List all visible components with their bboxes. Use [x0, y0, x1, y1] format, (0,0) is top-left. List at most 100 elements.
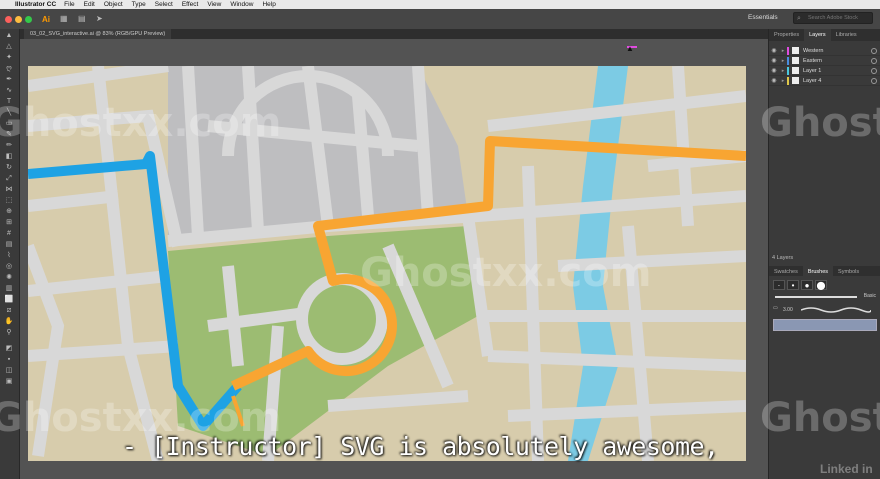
chevron-right-icon[interactable]: ▸ — [779, 68, 787, 74]
ai-logo: Ai — [42, 14, 50, 24]
layer-name: Layer 4 — [803, 77, 822, 84]
brush-dot-large[interactable]: ● — [801, 280, 813, 290]
layer-thumbnail — [792, 47, 799, 54]
fill-stroke-icon[interactable]: ◩ — [4, 345, 14, 353]
stock-search-input[interactable]: ⌕ Search Adobe Stock — [793, 12, 873, 24]
layers-list: ◉ ▸ Western ◉ ▸ Eastern ◉ ▸ Layer 1 ◉ ▸ — [769, 46, 880, 86]
zoom-tool-icon[interactable]: ⚲ — [4, 329, 14, 337]
target-icon[interactable] — [871, 47, 877, 54]
mesh-tool-icon[interactable]: # — [4, 230, 14, 238]
target-icon[interactable] — [871, 77, 877, 84]
slice-tool-icon[interactable]: ⧄ — [4, 307, 14, 315]
brush-calligraphic[interactable]: ▭ 3.00 — [773, 305, 877, 315]
tab-swatches[interactable]: Swatches — [769, 266, 803, 276]
gradient-tool-icon[interactable]: ▤ — [4, 241, 14, 249]
tab-brushes[interactable]: Brushes — [802, 266, 834, 276]
menu-view[interactable]: View — [207, 1, 221, 8]
watermark: Ghostxx.com — [0, 100, 282, 146]
eye-icon[interactable]: ◉ — [769, 57, 779, 64]
eye-icon[interactable]: ◉ — [769, 47, 779, 54]
window-controls — [5, 15, 32, 23]
eraser-tool-icon[interactable]: ◧ — [4, 153, 14, 161]
drawing-mode-icon[interactable]: ◫ — [4, 367, 14, 375]
layer-color-swatch — [787, 66, 789, 75]
brush-dots: · • ● ⬤ — [773, 280, 877, 290]
layer-color-swatch — [787, 56, 789, 65]
hand-tool-icon[interactable]: ✋ — [4, 318, 14, 326]
menu-edit[interactable]: Edit — [84, 1, 95, 8]
blend-tool-icon[interactable]: ◎ — [4, 263, 14, 271]
layer-thumbnail — [792, 67, 799, 74]
chevron-right-icon[interactable]: ▸ — [779, 58, 787, 64]
layer-row[interactable]: ◉ ▸ Western — [769, 46, 880, 56]
layer-row[interactable]: ◉ ▸ Layer 4 — [769, 76, 880, 86]
tab-libraries[interactable]: Libraries — [831, 29, 862, 41]
symbol-sprayer-tool-icon[interactable]: ✺ — [4, 274, 14, 282]
brush-dot-small[interactable]: · — [773, 280, 785, 290]
menu-effect[interactable]: Effect — [182, 1, 199, 8]
layer-name: Eastern — [803, 57, 822, 64]
panel-tabs-top: Properties Layers Libraries — [769, 29, 880, 41]
brush-basic[interactable]: Basic — [773, 293, 877, 301]
lasso-tool-icon[interactable]: ღ — [4, 65, 14, 73]
direct-selection-tool-icon[interactable]: △ — [4, 43, 14, 51]
arrange-documents-icon[interactable]: ▤ — [78, 14, 88, 24]
brushes-panel: · • ● ⬤ Basic ▭ 3.00 — [773, 280, 877, 331]
linkedin-logo: Linked in — [820, 462, 873, 476]
send-icon[interactable]: ➤ — [96, 14, 106, 24]
bridge-icon[interactable]: ▦ — [60, 14, 70, 24]
tab-properties[interactable]: Properties — [769, 29, 804, 41]
brush-basic-label: Basic — [863, 293, 876, 299]
artboard-tool-icon[interactable]: ⬜ — [4, 296, 14, 304]
eye-icon[interactable]: ◉ — [769, 67, 779, 74]
menu-select[interactable]: Select — [155, 1, 173, 8]
eye-icon[interactable]: ◉ — [769, 77, 779, 84]
menu-object[interactable]: Object — [104, 1, 123, 8]
brush-dot-xlarge[interactable]: ⬤ — [815, 280, 827, 290]
layer-color-swatch — [787, 46, 789, 55]
chevron-right-icon[interactable]: ▸ — [779, 78, 787, 84]
app-bar: Ai ▦ ▤ ➤ Essentials ⌕ Search Adobe Stock — [0, 9, 880, 29]
shape-builder-tool-icon[interactable]: ⊕ — [4, 208, 14, 216]
tab-symbols[interactable]: Symbols — [833, 266, 864, 276]
curvature-tool-icon[interactable]: ∿ — [4, 87, 14, 95]
width-tool-icon[interactable]: ⋈ — [4, 186, 14, 194]
chevron-right-icon[interactable]: ▸ — [779, 48, 787, 54]
document-tab[interactable]: 03_02_SVG_interactive.ai @ 83% (RGB/GPU … — [24, 29, 172, 39]
magic-wand-tool-icon[interactable]: ✦ — [4, 54, 14, 62]
brush-dot-medium[interactable]: • — [787, 280, 799, 290]
workspace-switcher[interactable]: Essentials — [748, 14, 778, 21]
menu-help[interactable]: Help — [262, 1, 275, 8]
pen-tool-icon[interactable]: ✒ — [4, 76, 14, 84]
tab-layers[interactable]: Layers — [804, 29, 831, 41]
menu-file[interactable]: File — [64, 1, 74, 8]
brush-size-value: 3.00 — [783, 307, 793, 313]
target-icon[interactable] — [871, 57, 877, 64]
target-icon[interactable] — [871, 67, 877, 74]
document-tab-bar: 03_02_SVG_interactive.ai @ 83% (RGB/GPU … — [20, 29, 768, 39]
perspective-grid-tool-icon[interactable]: ⊞ — [4, 219, 14, 227]
layer-row[interactable]: ◉ ▸ Layer 1 — [769, 66, 880, 76]
brush-pattern[interactable] — [773, 319, 877, 331]
graph-tool-icon[interactable]: ▥ — [4, 285, 14, 293]
eyedropper-tool-icon[interactable]: ⌇ — [4, 252, 14, 260]
color-mode-icon[interactable]: ▪ — [4, 356, 14, 364]
close-window-button[interactable] — [5, 15, 12, 23]
layers-count: 4 Layers — [772, 255, 794, 261]
watermark: Ghostxx.com — [360, 250, 652, 296]
watermark: Ghostxx.com — [760, 395, 880, 441]
menu-type[interactable]: Type — [132, 1, 146, 8]
app-name[interactable]: Illustrator CC — [15, 1, 56, 8]
selection-tool-icon[interactable]: ▲ — [4, 32, 14, 40]
minimize-window-button[interactable] — [15, 15, 22, 23]
zoom-window-button[interactable] — [25, 15, 32, 23]
video-caption: - [Instructor] SVG is absolutely awesome… — [122, 432, 719, 461]
screen-mode-icon[interactable]: ▣ — [4, 378, 14, 386]
menu-window[interactable]: Window — [230, 1, 253, 8]
free-transform-tool-icon[interactable]: ⬚ — [4, 197, 14, 205]
layer-color-swatch — [787, 76, 789, 85]
layer-row[interactable]: ◉ ▸ Eastern — [769, 56, 880, 66]
rotate-tool-icon[interactable]: ↻ — [4, 164, 14, 172]
panel-tabs-bottom: Swatches Brushes Symbols — [769, 266, 880, 276]
scale-tool-icon[interactable]: ⤢ — [4, 175, 14, 183]
